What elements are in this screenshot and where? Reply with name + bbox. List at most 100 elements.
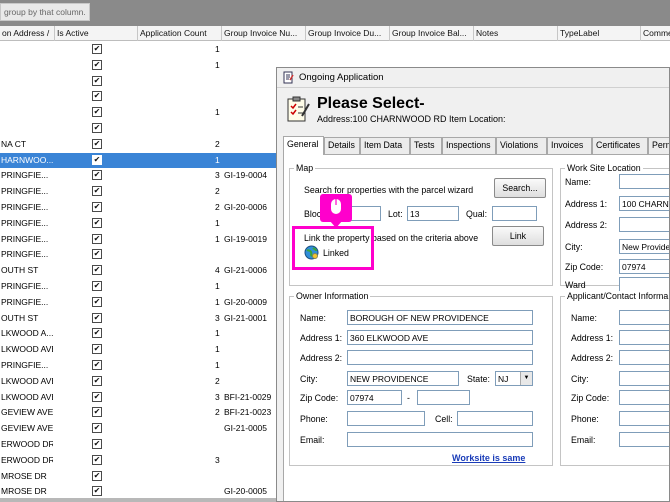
tab-general[interactable]: General bbox=[283, 136, 324, 155]
owner-email-input[interactable] bbox=[347, 432, 533, 447]
owner-city-input[interactable]: NEW PROVIDENCE bbox=[347, 371, 459, 386]
tab-item-data[interactable]: Item Data bbox=[360, 137, 410, 154]
is-active-checkbox[interactable]: ✔ bbox=[92, 107, 102, 118]
is-active-checkbox[interactable]: ✔ bbox=[92, 233, 102, 244]
worksite-is-same-link[interactable]: Worksite is same bbox=[452, 453, 525, 463]
col-header-group-invoice-due[interactable]: Group Invoice Du... bbox=[306, 26, 390, 41]
tab-inspections[interactable]: Inspections bbox=[442, 137, 496, 154]
is-active-checkbox[interactable]: ✔ bbox=[92, 123, 102, 133]
tab-tests[interactable]: Tests bbox=[410, 137, 442, 154]
applicant-info-group: Applicant/Contact Informa Name: Address … bbox=[560, 291, 669, 466]
is-active-checkbox[interactable]: ✔ bbox=[92, 91, 102, 102]
owner-zip-input[interactable]: 07974 bbox=[347, 390, 402, 405]
is-active-checkbox[interactable]: ✔ bbox=[92, 44, 102, 54]
link-button[interactable]: Link bbox=[492, 226, 544, 246]
col-header-application-count[interactable]: Application Count bbox=[138, 26, 222, 41]
owner-name-input[interactable]: BOROUGH OF NEW PROVIDENCE bbox=[347, 310, 533, 325]
owner-state-select[interactable]: NJ ▼ bbox=[495, 371, 533, 386]
is-active-checkbox[interactable]: ✔ bbox=[92, 344, 102, 355]
ws-address2-input[interactable] bbox=[619, 217, 669, 232]
is-active-checkbox[interactable]: ✔ bbox=[92, 391, 102, 402]
is-active-checkbox[interactable]: ✔ bbox=[92, 407, 102, 418]
callout-pointer bbox=[330, 221, 342, 228]
dialog-heading: Please Select- bbox=[317, 95, 425, 112]
tab-permits[interactable]: Perm bbox=[648, 137, 669, 154]
application-count-cell: 1 bbox=[215, 59, 220, 70]
table-row[interactable]: ✔ 1 bbox=[0, 42, 670, 58]
qual-input[interactable] bbox=[492, 206, 537, 221]
address-cell: GEVIEW AVE bbox=[1, 423, 53, 434]
ap-address2-input[interactable] bbox=[619, 350, 669, 365]
ws-name-label: Name: bbox=[565, 177, 591, 187]
dialog-titlebar[interactable]: Ongoing Application bbox=[277, 68, 669, 88]
is-active-checkbox[interactable]: ✔ bbox=[92, 281, 102, 291]
ws-city-label: City: bbox=[565, 242, 583, 252]
col-header-comments[interactable]: Comme bbox=[641, 26, 670, 41]
owner-zip-ext-input[interactable] bbox=[417, 390, 470, 405]
ap-name-input[interactable] bbox=[619, 310, 669, 325]
is-active-checkbox[interactable]: ✔ bbox=[92, 375, 102, 386]
application-icon bbox=[283, 71, 294, 84]
ap-zip-input[interactable] bbox=[619, 390, 669, 405]
application-count-cell: 2 bbox=[215, 202, 220, 212]
chevron-down-icon[interactable]: ▼ bbox=[520, 372, 532, 385]
ws-ward-input[interactable] bbox=[619, 277, 669, 292]
ap-city-input[interactable] bbox=[619, 371, 669, 386]
is-active-checkbox[interactable]: ✔ bbox=[92, 217, 102, 228]
ap-address1-input[interactable] bbox=[619, 330, 669, 345]
ws-zip-input[interactable]: 07974 bbox=[619, 259, 669, 274]
is-active-checkbox[interactable]: ✔ bbox=[92, 470, 102, 481]
is-active-checkbox[interactable]: ✔ bbox=[92, 328, 102, 339]
application-count-cell: 2 bbox=[215, 186, 220, 197]
col-header-group-invoice-balance[interactable]: Group Invoice Bal... bbox=[390, 26, 474, 41]
is-active-checkbox[interactable]: ✔ bbox=[92, 59, 102, 70]
owner-phone-input[interactable] bbox=[347, 411, 425, 426]
is-active-checkbox[interactable]: ✔ bbox=[92, 75, 102, 86]
address-cell: HARNWOO... bbox=[1, 154, 53, 165]
ws-ward-label: Ward bbox=[565, 280, 586, 290]
ws-address1-label: Address 1: bbox=[565, 199, 608, 209]
search-button[interactable]: Search... bbox=[494, 178, 546, 198]
is-active-checkbox[interactable]: ✔ bbox=[92, 265, 102, 276]
col-header-notes[interactable]: Notes bbox=[474, 26, 558, 41]
group-invoice-number-cell: BFI-21-0023 bbox=[224, 407, 272, 418]
tab-invoices[interactable]: Invoices bbox=[547, 137, 592, 154]
address-cell: PRINGFIE... bbox=[1, 170, 49, 181]
ap-email-input[interactable] bbox=[619, 432, 669, 447]
tab-certificates[interactable]: Certificates bbox=[592, 137, 648, 154]
lot-input[interactable]: 13 bbox=[407, 206, 459, 221]
col-header-typelabel[interactable]: TypeLabel bbox=[558, 26, 641, 41]
is-active-checkbox[interactable]: ✔ bbox=[92, 423, 102, 434]
col-header-is-active[interactable]: Is Active bbox=[55, 26, 138, 41]
is-active-checkbox[interactable]: ✔ bbox=[92, 138, 102, 149]
ap-zip-label: Zip Code: bbox=[571, 393, 610, 403]
is-active-checkbox[interactable]: ✔ bbox=[92, 170, 102, 181]
tab-details[interactable]: Details bbox=[324, 137, 360, 154]
is-active-checkbox[interactable]: ✔ bbox=[92, 454, 102, 465]
owner-cell-input[interactable] bbox=[457, 411, 533, 426]
ap-phone-input[interactable] bbox=[619, 411, 669, 426]
ws-address1-input[interactable]: 100 CHARNWOOD bbox=[619, 196, 669, 211]
address-cell: GEVIEW AVE bbox=[1, 407, 53, 418]
is-active-checkbox[interactable]: ✔ bbox=[92, 154, 102, 165]
ws-address2-label: Address 2: bbox=[565, 220, 608, 230]
ws-name-input[interactable] bbox=[619, 174, 669, 189]
is-active-checkbox[interactable]: ✔ bbox=[92, 312, 102, 323]
owner-address2-input[interactable] bbox=[347, 350, 533, 365]
tab-violations[interactable]: Violations bbox=[496, 137, 547, 154]
is-active-checkbox[interactable]: ✔ bbox=[92, 249, 102, 260]
address-cell: LKWOOD A... bbox=[1, 328, 53, 339]
is-active-checkbox[interactable]: ✔ bbox=[92, 202, 102, 212]
is-active-checkbox[interactable]: ✔ bbox=[92, 360, 102, 370]
col-header-address[interactable]: on Address / bbox=[0, 26, 55, 41]
owner-address1-input[interactable]: 360 ELKWOOD AVE bbox=[347, 330, 533, 345]
application-count-cell: 1 bbox=[215, 296, 220, 307]
is-active-checkbox[interactable]: ✔ bbox=[92, 186, 102, 197]
group-invoice-number-cell: GI-20-0005 bbox=[224, 486, 267, 497]
is-active-checkbox[interactable]: ✔ bbox=[92, 439, 102, 449]
is-active-checkbox[interactable]: ✔ bbox=[92, 296, 102, 307]
is-active-checkbox[interactable]: ✔ bbox=[92, 486, 102, 497]
col-header-group-invoice-number[interactable]: Group Invoice Nu... bbox=[222, 26, 306, 41]
address-cell: PRINGFIE... bbox=[1, 186, 49, 197]
ws-city-input[interactable]: New Providence bbox=[619, 239, 669, 254]
